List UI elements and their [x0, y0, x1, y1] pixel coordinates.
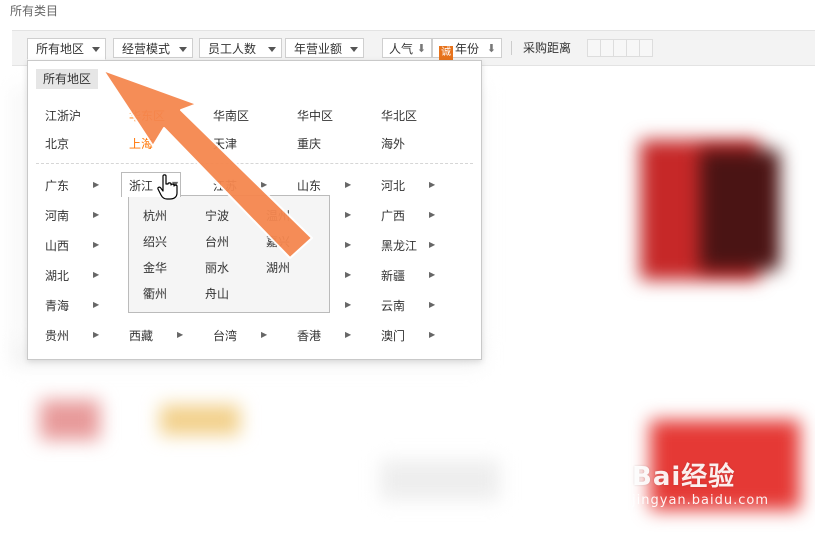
watermark-url: jingyan.baidu.com: [632, 493, 769, 508]
watermark-brand: Bai经验: [632, 462, 736, 492]
hand-cursor-icon: [157, 174, 178, 200]
annotation-arrow: [102, 69, 313, 259]
baidu-jingyan-watermark: Bai经验 jingyan.baidu.com: [632, 456, 769, 508]
